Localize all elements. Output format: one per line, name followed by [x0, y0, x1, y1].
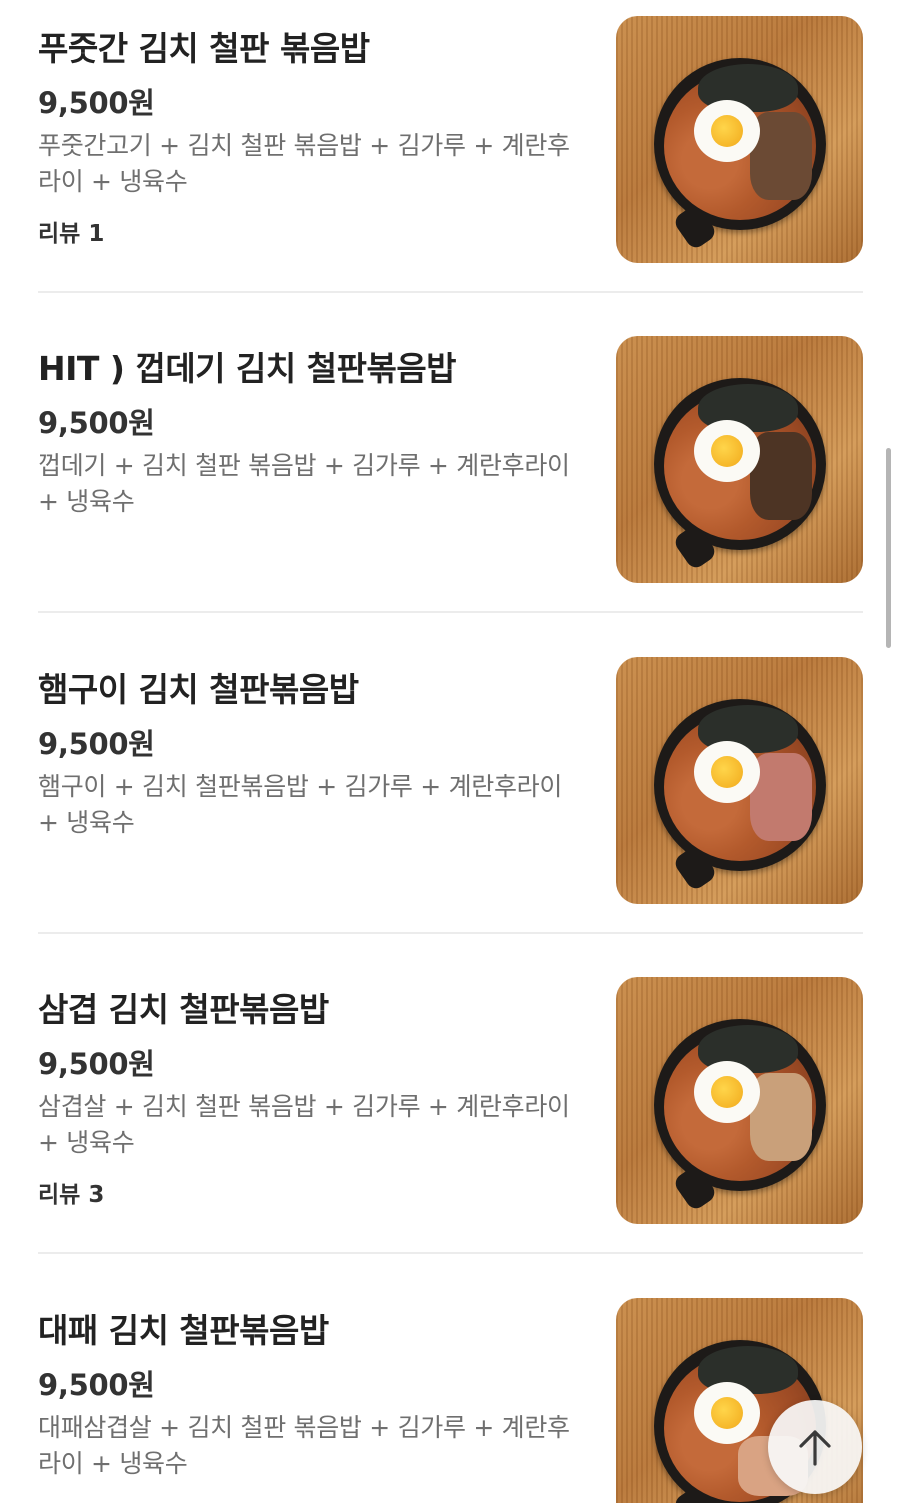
menu-item-price: 9,500원	[38, 86, 155, 120]
menu-item-price: 9,500원	[38, 727, 155, 761]
scroll-to-top-button[interactable]	[768, 1400, 862, 1494]
bowl-graphic	[654, 58, 826, 252]
menu-item-price: 9,500원	[38, 406, 155, 440]
menu-item[interactable]: HIT ) 껍데기 김치 철판볶음밥 9,500원 껍데기 + 김치 철판 볶음…	[38, 328, 863, 608]
menu-item-description: 삼겹살 + 김치 철판 볶음밥 + 김가루 + 계란후라이 + 냉육수	[38, 1092, 570, 1157]
divider	[38, 611, 863, 613]
menu-item-description: 대패삼겹살 + 김치 철판 볶음밥 + 김가루 + 계란후라이 + 냉육수	[38, 1413, 570, 1478]
menu-item-name: HIT ) 껍데기 김치 철판볶음밥	[38, 349, 457, 388]
egg-graphic	[694, 1382, 760, 1444]
menu-item-name: 대패 김치 철판볶음밥	[38, 1311, 329, 1350]
arrow-up-icon	[799, 1430, 831, 1466]
menu-item-price: 9,500원	[38, 1047, 155, 1081]
menu-item-description: 껍데기 + 김치 철판 볶음밥 + 김가루 + 계란후라이 + 냉육수	[38, 451, 570, 516]
bowl-graphic	[654, 378, 826, 572]
divider	[38, 291, 863, 293]
divider	[38, 1252, 863, 1254]
menu-item-photo[interactable]	[616, 977, 863, 1224]
menu-item-description: 푸줏간고기 + 김치 철판 볶음밥 + 김가루 + 계란후라이 + 냉육수	[38, 131, 570, 196]
divider	[38, 932, 863, 934]
menu-item-review-count[interactable]: 리뷰 1	[38, 214, 104, 248]
scrollbar[interactable]	[886, 448, 891, 648]
menu-item-description: 햄구이 + 김치 철판볶음밥 + 김가루 + 계란후라이 + 냉육수	[38, 772, 563, 837]
egg-graphic	[694, 420, 760, 482]
menu-item-name: 푸줏간 김치 철판 볶음밥	[38, 29, 370, 68]
bowl-graphic	[654, 1019, 826, 1213]
menu-item-photo[interactable]	[616, 657, 863, 904]
egg-graphic	[694, 741, 760, 803]
menu-item[interactable]: 대패 김치 철판볶음밥 9,500원 대패삼겹살 + 김치 철판 볶음밥 + 김…	[38, 1290, 863, 1503]
egg-graphic	[694, 100, 760, 162]
menu-item[interactable]: 푸줏간 김치 철판 볶음밥 9,500원 푸줏간고기 + 김치 철판 볶음밥 +…	[38, 8, 863, 288]
menu-item-photo[interactable]	[616, 16, 863, 263]
menu-item-name: 햄구이 김치 철판볶음밥	[38, 670, 359, 709]
menu-item-price: 9,500원	[38, 1368, 155, 1402]
menu-item[interactable]: 삼겹 김치 철판볶음밥 9,500원 삼겹살 + 김치 철판 볶음밥 + 김가루…	[38, 969, 863, 1249]
menu-item-review-count[interactable]: 리뷰 3	[38, 1175, 104, 1209]
menu-item[interactable]: 햄구이 김치 철판볶음밥 9,500원 햄구이 + 김치 철판볶음밥 + 김가루…	[38, 649, 863, 929]
menu-item-photo[interactable]	[616, 336, 863, 583]
egg-graphic	[694, 1061, 760, 1123]
bowl-graphic	[654, 699, 826, 893]
menu-item-name: 삼겹 김치 철판볶음밥	[38, 990, 329, 1029]
